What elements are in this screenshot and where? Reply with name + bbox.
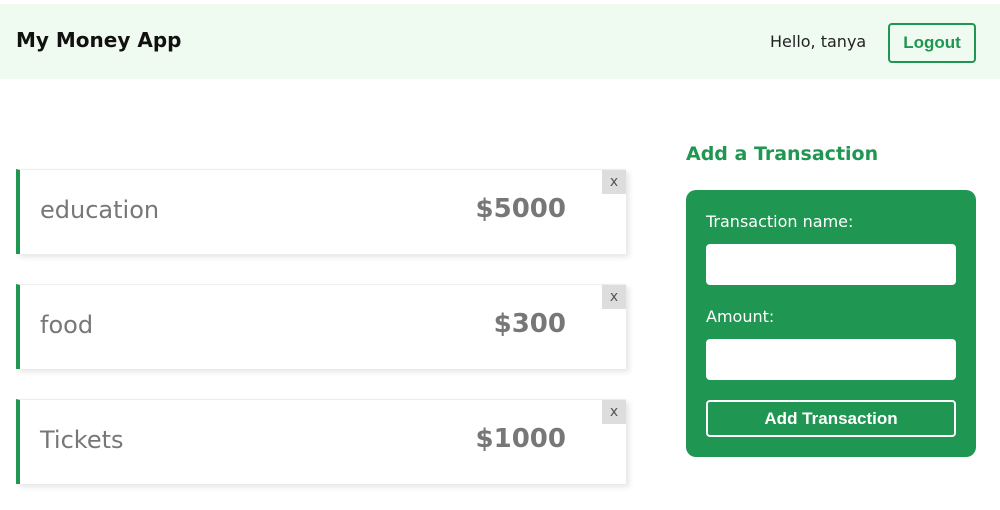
transaction-amount: $5000 <box>475 194 566 224</box>
user-greeting: Hello, tanya <box>770 32 867 51</box>
amount-input[interactable] <box>706 339 956 380</box>
transaction-item: food $300 x <box>16 284 626 369</box>
transaction-item: Tickets $1000 x <box>16 399 626 484</box>
delete-transaction-button[interactable]: x <box>602 285 626 309</box>
add-transaction-form: Transaction name: Amount: Add Transactio… <box>686 190 976 457</box>
amount-label: Amount: <box>706 307 775 326</box>
navbar: My Money App Hello, tanya Logout <box>0 4 1000 79</box>
transaction-name: education <box>40 196 160 224</box>
transaction-item: education $5000 x <box>16 169 626 254</box>
delete-transaction-button[interactable]: x <box>602 170 626 194</box>
transaction-list: education $5000 x food $300 x Tickets $1… <box>16 169 626 510</box>
app-brand: My Money App <box>16 28 182 52</box>
transaction-name: food <box>40 311 94 339</box>
transaction-name: Tickets <box>40 426 124 454</box>
add-transaction-button[interactable]: Add Transaction <box>706 400 956 437</box>
transaction-amount: $1000 <box>475 424 566 454</box>
logout-button[interactable]: Logout <box>888 23 976 63</box>
transaction-name-input[interactable] <box>706 244 956 285</box>
delete-transaction-button[interactable]: x <box>602 400 626 424</box>
transaction-amount: $300 <box>493 309 566 339</box>
transaction-name-label: Transaction name: <box>706 212 854 231</box>
form-title: Add a Transaction <box>686 143 879 165</box>
